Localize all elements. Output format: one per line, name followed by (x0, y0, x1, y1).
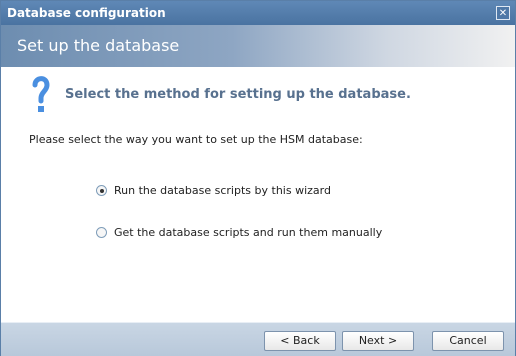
close-icon: ✕ (498, 8, 508, 19)
database-configuration-dialog: Database configuration ✕ Set up the data… (0, 0, 516, 356)
next-button[interactable]: Next > (342, 331, 414, 351)
cancel-button[interactable]: Cancel (432, 331, 504, 351)
wizard-content: Select the method for setting up the dat… (1, 67, 515, 322)
radio-button[interactable] (96, 185, 107, 196)
close-button[interactable]: ✕ (496, 6, 510, 20)
back-button[interactable]: < Back (264, 331, 336, 351)
question-mark-icon (32, 76, 50, 112)
option-run-scripts-manually[interactable]: Get the database scripts and run them ma… (96, 226, 382, 239)
window-title: Database configuration (7, 6, 166, 20)
radio-button[interactable] (96, 227, 107, 238)
option-label: Get the database scripts and run them ma… (114, 226, 383, 239)
option-label: Run the database scripts by this wizard (114, 184, 331, 197)
wizard-header: Set up the database (1, 25, 515, 67)
instruction-text: Please select the way you want to set up… (29, 133, 363, 146)
option-run-scripts-by-wizard[interactable]: Run the database scripts by this wizard (96, 184, 331, 197)
header-title: Set up the database (17, 36, 180, 55)
wizard-footer: < Back Next > Cancel (1, 322, 515, 356)
title-bar: Database configuration ✕ (1, 1, 515, 25)
page-subtitle: Select the method for setting up the dat… (65, 87, 411, 102)
